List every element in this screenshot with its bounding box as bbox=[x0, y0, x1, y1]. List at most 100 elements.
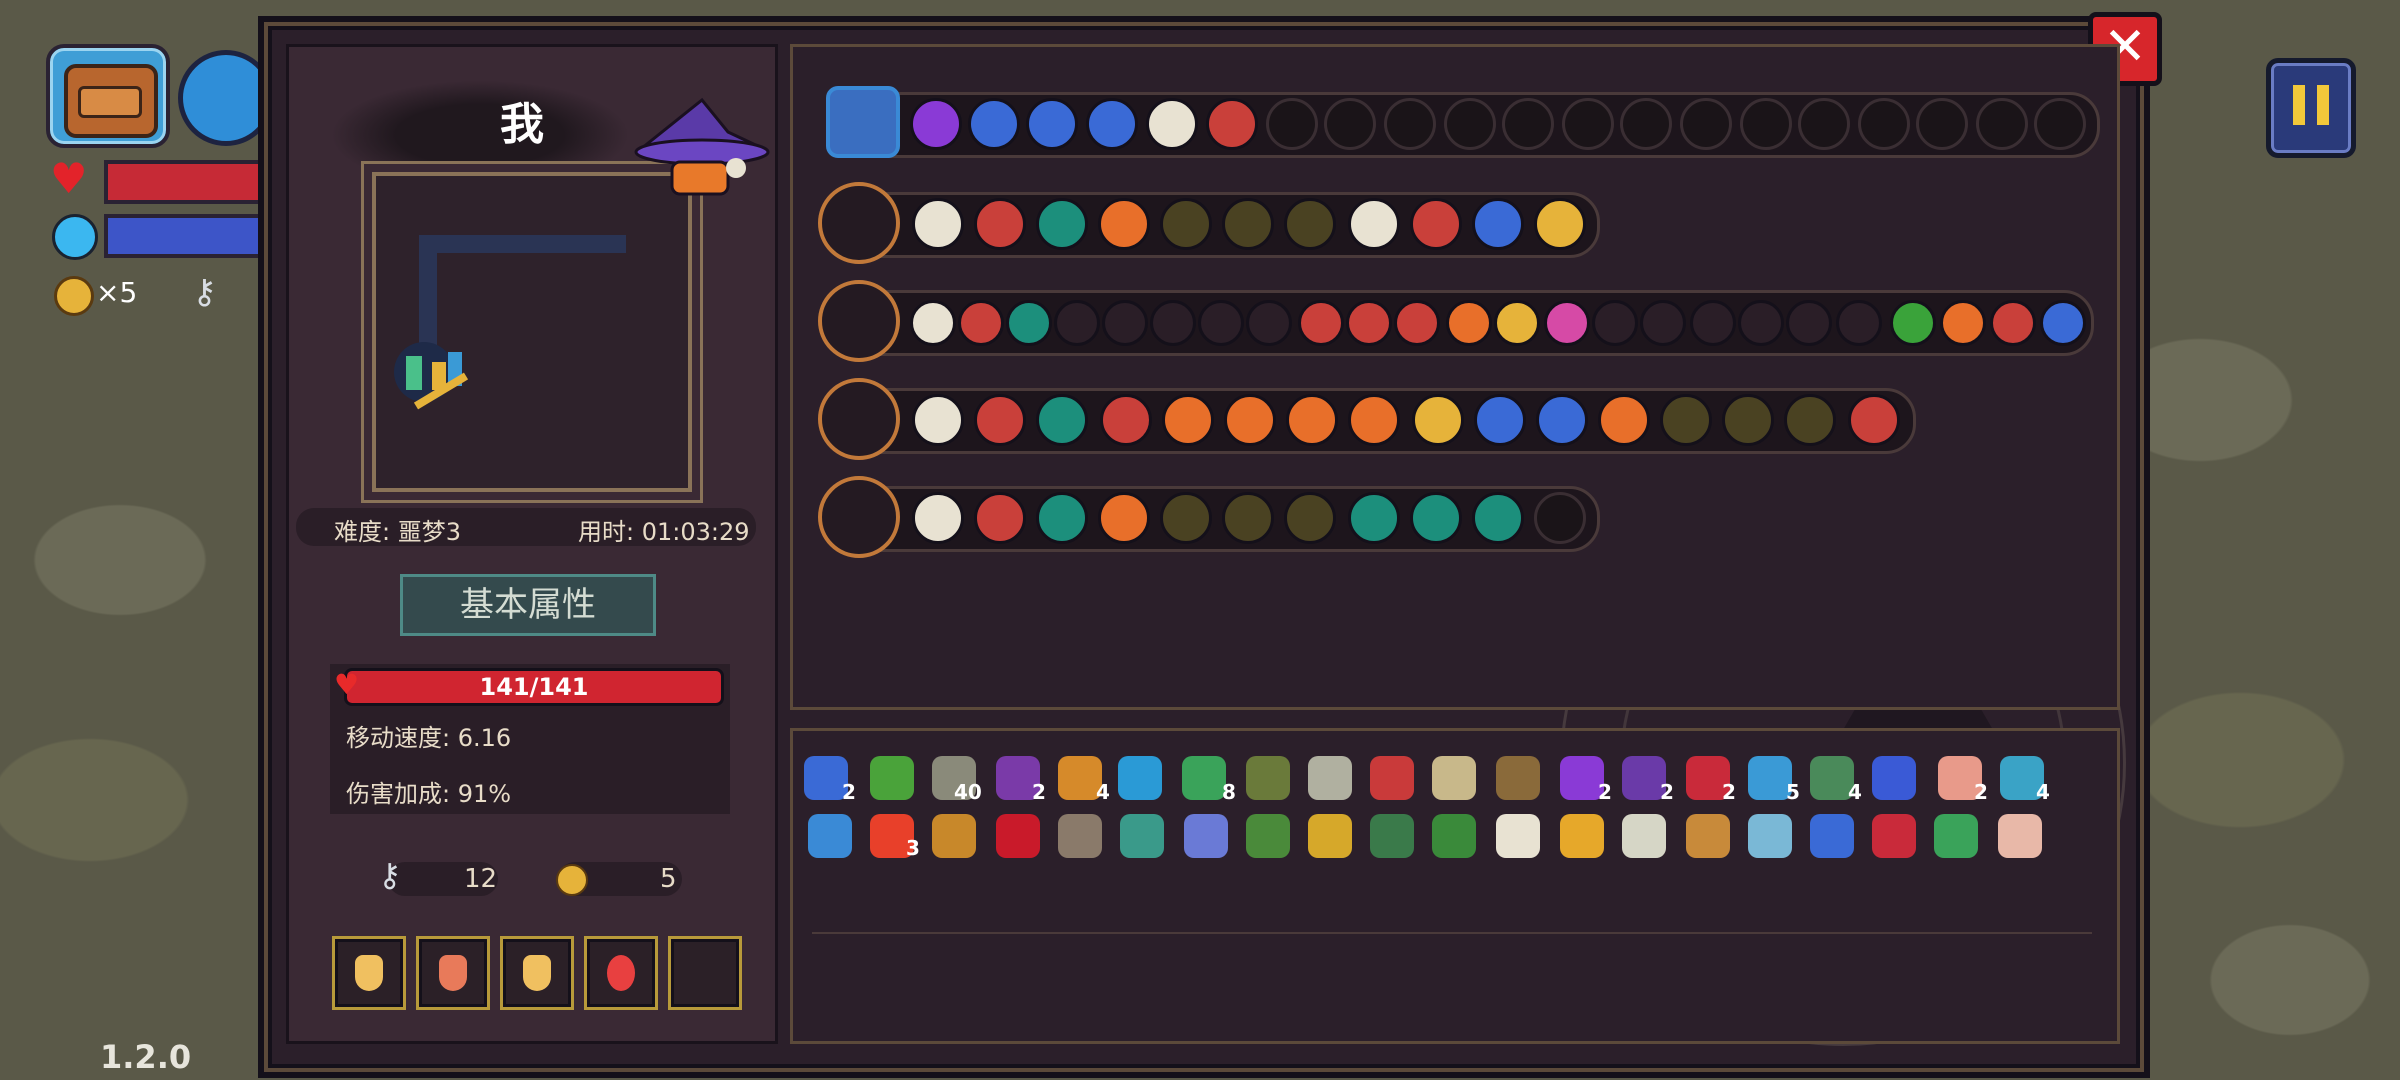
item-icon[interactable] bbox=[1998, 814, 2042, 858]
item-icon[interactable] bbox=[1748, 814, 1792, 858]
gem-slot[interactable] bbox=[1036, 492, 1088, 544]
gem-slot[interactable] bbox=[1098, 198, 1150, 250]
gem-slot[interactable] bbox=[1544, 300, 1590, 346]
gem-slot[interactable] bbox=[1026, 98, 1078, 150]
potion-slot[interactable] bbox=[500, 936, 574, 1010]
item-icon[interactable] bbox=[1246, 756, 1290, 800]
gem-slot[interactable] bbox=[1348, 492, 1400, 544]
gem-slot[interactable] bbox=[1474, 394, 1526, 446]
gem-slot[interactable] bbox=[1162, 394, 1214, 446]
gem-slot[interactable] bbox=[1102, 300, 1148, 346]
gem-slot[interactable] bbox=[1286, 394, 1338, 446]
gem-slot[interactable] bbox=[1990, 300, 2036, 346]
empty-slot[interactable] bbox=[1858, 98, 1910, 150]
gem-slot[interactable] bbox=[1198, 300, 1244, 346]
gem-slot[interactable] bbox=[1146, 98, 1198, 150]
gem-slot[interactable] bbox=[1100, 394, 1152, 446]
gem-slot[interactable] bbox=[912, 394, 964, 446]
item-icon[interactable] bbox=[870, 756, 914, 800]
gem-slot[interactable] bbox=[1098, 492, 1150, 544]
gem-slot[interactable] bbox=[1690, 300, 1736, 346]
item-icon[interactable] bbox=[1370, 814, 1414, 858]
item-icon[interactable] bbox=[1432, 814, 1476, 858]
gem-slot[interactable] bbox=[1940, 300, 1986, 346]
item-icon[interactable] bbox=[1622, 814, 1666, 858]
item-icon[interactable] bbox=[932, 814, 976, 858]
item-icon[interactable] bbox=[1496, 756, 1540, 800]
empty-slot[interactable] bbox=[1502, 98, 1554, 150]
staff-weapon-icon[interactable] bbox=[818, 280, 900, 362]
gem-slot[interactable] bbox=[1472, 198, 1524, 250]
gem-slot[interactable] bbox=[1598, 394, 1650, 446]
item-icon[interactable] bbox=[1810, 814, 1854, 858]
item-icon[interactable] bbox=[1560, 814, 1604, 858]
empty-slot[interactable] bbox=[1680, 98, 1732, 150]
item-icon[interactable] bbox=[1058, 814, 1102, 858]
green-staff-weapon-icon[interactable] bbox=[818, 378, 900, 460]
empty-slot[interactable] bbox=[2034, 98, 2086, 150]
gem-slot[interactable] bbox=[912, 198, 964, 250]
empty-slot[interactable] bbox=[1916, 98, 1968, 150]
gem-slot[interactable] bbox=[1660, 394, 1712, 446]
gem-slot[interactable] bbox=[974, 198, 1026, 250]
gem-slot[interactable] bbox=[1036, 198, 1088, 250]
gem-slot[interactable] bbox=[1150, 300, 1196, 346]
gem-slot[interactable] bbox=[1006, 300, 1052, 346]
item-icon[interactable] bbox=[1872, 756, 1916, 800]
item-icon[interactable] bbox=[1686, 814, 1730, 858]
gem-slot[interactable] bbox=[1410, 492, 1462, 544]
gem-slot[interactable] bbox=[974, 492, 1026, 544]
gem-slot[interactable] bbox=[1640, 300, 1686, 346]
item-icon[interactable] bbox=[1246, 814, 1290, 858]
hammer-weapon-icon[interactable] bbox=[818, 476, 900, 558]
gem-slot[interactable] bbox=[910, 98, 962, 150]
item-icon[interactable] bbox=[1370, 756, 1414, 800]
gem-slot[interactable] bbox=[1848, 394, 1900, 446]
empty-slot[interactable] bbox=[1534, 492, 1586, 544]
gem-slot[interactable] bbox=[1738, 300, 1784, 346]
potion-slot[interactable] bbox=[416, 936, 490, 1010]
item-icon[interactable] bbox=[1308, 756, 1352, 800]
empty-slot[interactable] bbox=[1444, 98, 1496, 150]
gem-slot[interactable] bbox=[1160, 198, 1212, 250]
gem-slot[interactable] bbox=[1786, 300, 1832, 346]
empty-slot[interactable] bbox=[1384, 98, 1436, 150]
gem-slot[interactable] bbox=[1222, 492, 1274, 544]
gem-slot[interactable] bbox=[1446, 300, 1492, 346]
gem-slot[interactable] bbox=[1534, 198, 1586, 250]
item-icon[interactable] bbox=[1872, 814, 1916, 858]
gem-slot[interactable] bbox=[1036, 394, 1088, 446]
gem-slot[interactable] bbox=[1224, 394, 1276, 446]
potion-slot-empty[interactable] bbox=[668, 936, 742, 1010]
item-icon[interactable] bbox=[1184, 814, 1228, 858]
gem-slot[interactable] bbox=[1722, 394, 1774, 446]
gem-slot[interactable] bbox=[968, 98, 1020, 150]
gem-slot[interactable] bbox=[1086, 98, 1138, 150]
item-icon[interactable] bbox=[996, 814, 1040, 858]
gem-slot[interactable] bbox=[1206, 98, 1258, 150]
gem-slot[interactable] bbox=[1784, 394, 1836, 446]
gem-slot[interactable] bbox=[1410, 198, 1462, 250]
gem-slot[interactable] bbox=[910, 300, 956, 346]
gem-slot[interactable] bbox=[1412, 394, 1464, 446]
bag-icon[interactable] bbox=[826, 86, 900, 158]
item-icon[interactable] bbox=[1934, 814, 1978, 858]
item-icon[interactable] bbox=[1432, 756, 1476, 800]
item-icon[interactable] bbox=[808, 814, 852, 858]
basic-attributes-button[interactable]: 基本属性 bbox=[400, 574, 656, 636]
item-icon[interactable] bbox=[1118, 756, 1162, 800]
pause-button[interactable] bbox=[2266, 58, 2356, 158]
gem-slot[interactable] bbox=[1346, 300, 1392, 346]
gem-slot[interactable] bbox=[958, 300, 1004, 346]
gem-slot[interactable] bbox=[1592, 300, 1638, 346]
gem-slot[interactable] bbox=[1054, 300, 1100, 346]
empty-slot[interactable] bbox=[1324, 98, 1376, 150]
gem-slot[interactable] bbox=[974, 394, 1026, 446]
empty-slot[interactable] bbox=[1620, 98, 1672, 150]
gem-slot[interactable] bbox=[1836, 300, 1882, 346]
broom-weapon-icon[interactable] bbox=[818, 182, 900, 264]
gem-slot[interactable] bbox=[1284, 198, 1336, 250]
item-icon[interactable] bbox=[1182, 756, 1226, 800]
potion-slot[interactable] bbox=[332, 936, 406, 1010]
gem-slot[interactable] bbox=[912, 492, 964, 544]
